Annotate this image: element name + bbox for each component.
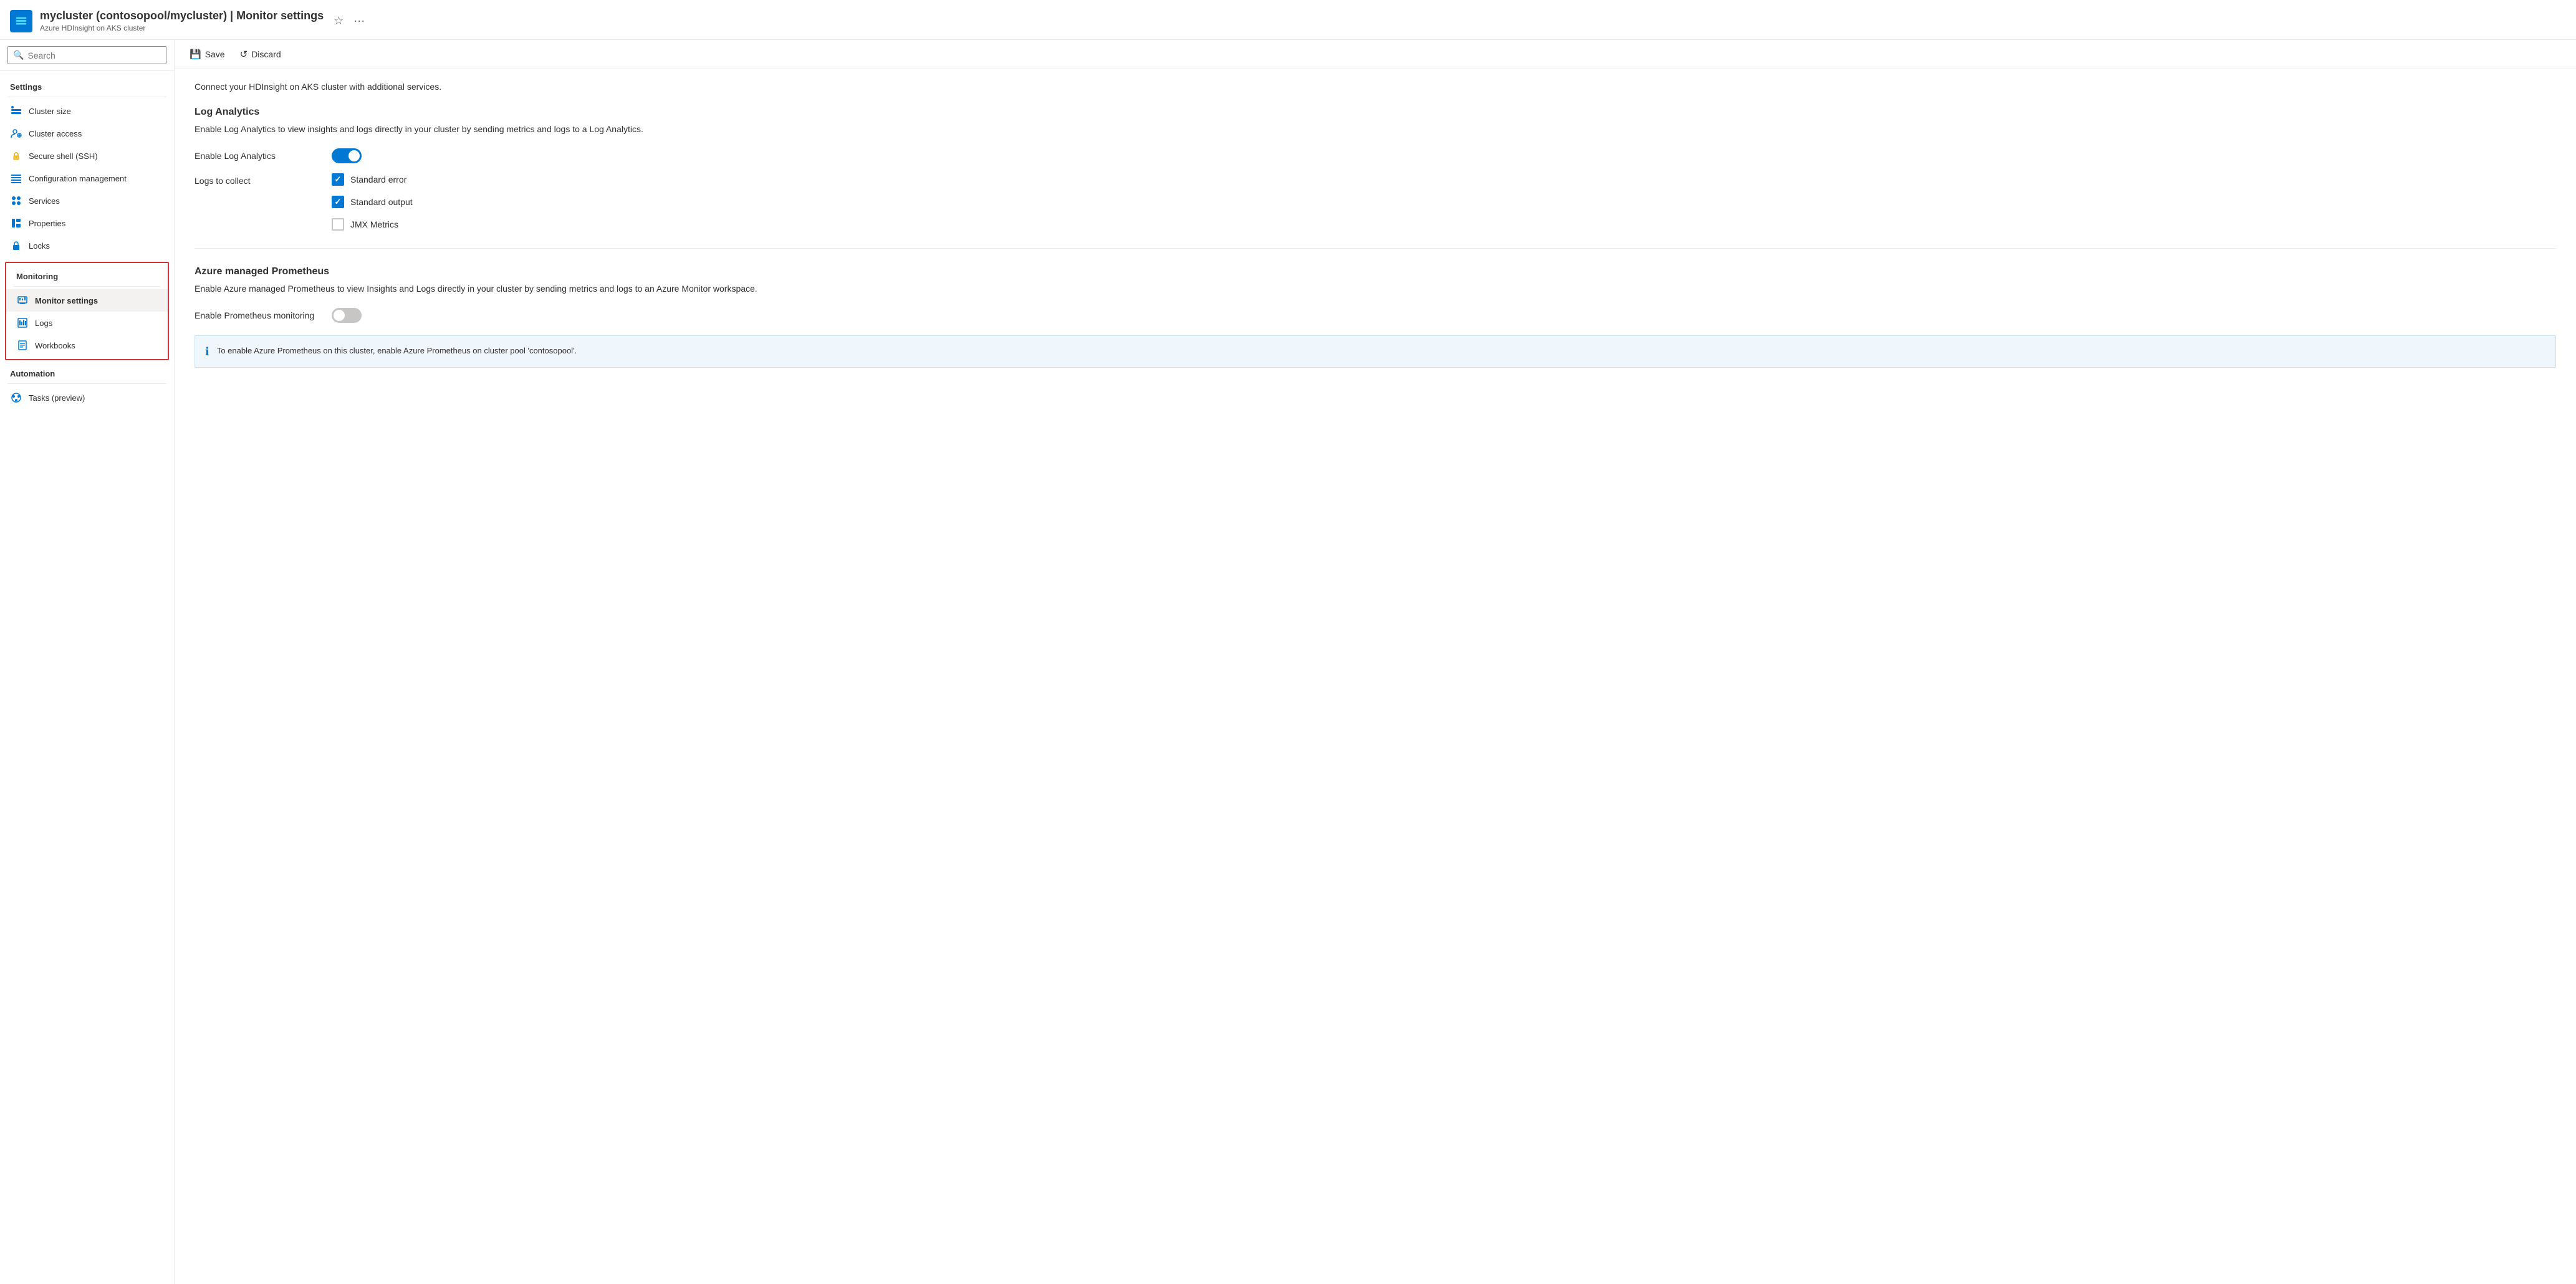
discard-button[interactable]: ↺ Discard	[238, 46, 284, 62]
sidebar-item-tasks-preview[interactable]: Tasks (preview)	[0, 386, 174, 409]
prometheus-section: Azure managed Prometheus Enable Azure ma…	[195, 266, 2556, 368]
cluster-icon	[10, 10, 32, 32]
enable-prometheus-row: Enable Prometheus monitoring	[195, 308, 2556, 323]
sidebar-label-logs: Logs	[35, 319, 52, 328]
services-icon	[10, 194, 22, 207]
top-header: mycluster (contosopool/mycluster) | Moni…	[0, 0, 2576, 40]
save-label: Save	[205, 49, 225, 59]
logs-to-collect-row: Logs to collect Standard error Standard …	[195, 173, 2556, 231]
checkbox-label-jmx-metrics: JMX Metrics	[350, 219, 398, 229]
prometheus-info-box: ℹ To enable Azure Prometheus on this clu…	[195, 335, 2556, 368]
checkbox-std-output[interactable]	[332, 196, 344, 208]
enable-log-analytics-label: Enable Log Analytics	[195, 148, 332, 161]
sidebar-label-properties: Properties	[29, 219, 65, 228]
sidebar-label-monitor-settings: Monitor settings	[35, 296, 98, 305]
search-icon: 🔍	[13, 50, 24, 60]
sidebar-item-properties[interactable]: Properties	[0, 212, 174, 234]
prometheus-title: Azure managed Prometheus	[195, 266, 2556, 277]
locks-icon	[10, 239, 22, 252]
sidebar-item-locks[interactable]: Locks	[0, 234, 174, 257]
sidebar-label-secure-shell: Secure shell (SSH)	[29, 151, 98, 161]
content-area: Connect your HDInsight on AKS cluster wi…	[175, 69, 2576, 380]
sidebar: 🔍 Settings Cluster size Cluster access	[0, 40, 175, 1284]
sidebar-label-config-management: Configuration management	[29, 174, 127, 183]
checkbox-group: Standard error Standard output JMX Metri…	[332, 173, 413, 231]
search-input[interactable]	[27, 50, 161, 60]
info-icon: ℹ	[205, 345, 209, 358]
sidebar-item-workbooks[interactable]: Workbooks	[6, 334, 168, 357]
page-subtitle: Azure HDInsight on AKS cluster	[40, 24, 324, 32]
sidebar-label-cluster-access: Cluster access	[29, 129, 82, 138]
header-text-block: mycluster (contosopool/mycluster) | Moni…	[40, 9, 324, 32]
checkbox-row-jmx-metrics: JMX Metrics	[332, 218, 413, 231]
prometheus-desc: Enable Azure managed Prometheus to view …	[195, 282, 2556, 295]
main-content: 💾 Save ↺ Discard Connect your HDInsight …	[175, 40, 2576, 1284]
properties-icon	[10, 217, 22, 229]
enable-prometheus-toggle[interactable]	[332, 308, 362, 323]
monitor-settings-icon	[16, 294, 29, 307]
monitoring-section-label: Monitoring	[6, 266, 168, 284]
sidebar-item-monitor-settings[interactable]: Monitor settings	[6, 289, 168, 312]
sidebar-label-tasks-preview: Tasks (preview)	[29, 393, 85, 403]
secure-shell-icon	[10, 150, 22, 162]
sidebar-item-secure-shell[interactable]: Secure shell (SSH)	[0, 145, 174, 167]
logs-icon	[16, 317, 29, 329]
main-layout: 🔍 Settings Cluster size Cluster access	[0, 40, 2576, 1284]
toggle-thumb	[348, 150, 360, 161]
sidebar-item-cluster-access[interactable]: Cluster access	[0, 122, 174, 145]
save-icon: 💾	[190, 49, 201, 60]
checkbox-row-std-output: Standard output	[332, 196, 413, 208]
sidebar-item-services[interactable]: Services	[0, 189, 174, 212]
sidebar-item-config-management[interactable]: Configuration management	[0, 167, 174, 189]
checkbox-std-error[interactable]	[332, 173, 344, 186]
checkbox-label-std-error: Standard error	[350, 175, 406, 184]
header-actions: ☆ ···	[331, 12, 367, 30]
config-mgmt-icon	[10, 172, 22, 184]
save-button[interactable]: 💾 Save	[187, 46, 228, 62]
favorite-button[interactable]: ☆	[331, 12, 346, 30]
log-analytics-desc: Enable Log Analytics to view insights an…	[195, 123, 2556, 136]
prometheus-toggle-track	[332, 308, 362, 323]
sidebar-item-cluster-size[interactable]: Cluster size	[0, 100, 174, 122]
connect-description: Connect your HDInsight on AKS cluster wi…	[195, 82, 2556, 92]
page-title: mycluster (contosopool/mycluster) | Moni…	[40, 9, 324, 22]
section-divider	[195, 248, 2556, 249]
sidebar-item-logs[interactable]: Logs	[6, 312, 168, 334]
sidebar-label-workbooks: Workbooks	[35, 341, 75, 350]
automation-divider	[7, 383, 166, 384]
enable-prometheus-label: Enable Prometheus monitoring	[195, 308, 332, 320]
sidebar-label-locks: Locks	[29, 241, 50, 251]
sidebar-label-cluster-size: Cluster size	[29, 107, 71, 116]
discard-icon: ↺	[240, 49, 248, 60]
log-analytics-section: Log Analytics Enable Log Analytics to vi…	[195, 107, 2556, 231]
toolbar: 💾 Save ↺ Discard	[175, 40, 2576, 69]
monitoring-section: Monitoring Monitor settings Logs	[5, 262, 169, 360]
settings-section-label: Settings	[0, 76, 174, 94]
toggle-track	[332, 148, 362, 163]
checkbox-label-std-output: Standard output	[350, 197, 413, 207]
search-input-wrap[interactable]: 🔍	[7, 46, 166, 64]
prometheus-toggle-thumb	[334, 310, 345, 321]
discard-label: Discard	[251, 49, 281, 59]
automation-section-label: Automation	[0, 363, 174, 381]
cluster-access-icon	[10, 127, 22, 140]
search-bar: 🔍	[0, 40, 174, 71]
cluster-size-icon	[10, 105, 22, 117]
log-analytics-title: Log Analytics	[195, 107, 2556, 118]
sidebar-scroll: Settings Cluster size Cluster access Sec…	[0, 71, 174, 1284]
sidebar-label-services: Services	[29, 196, 60, 206]
monitoring-divider	[14, 286, 160, 287]
enable-log-analytics-toggle[interactable]	[332, 148, 362, 163]
logs-to-collect-label: Logs to collect	[195, 173, 332, 186]
workbooks-icon	[16, 339, 29, 352]
more-options-button[interactable]: ···	[351, 12, 367, 30]
checkbox-row-std-error: Standard error	[332, 173, 413, 186]
prometheus-info-text: To enable Azure Prometheus on this clust…	[217, 345, 577, 357]
tasks-icon	[10, 391, 22, 404]
enable-log-analytics-row: Enable Log Analytics	[195, 148, 2556, 163]
checkbox-jmx-metrics[interactable]	[332, 218, 344, 231]
